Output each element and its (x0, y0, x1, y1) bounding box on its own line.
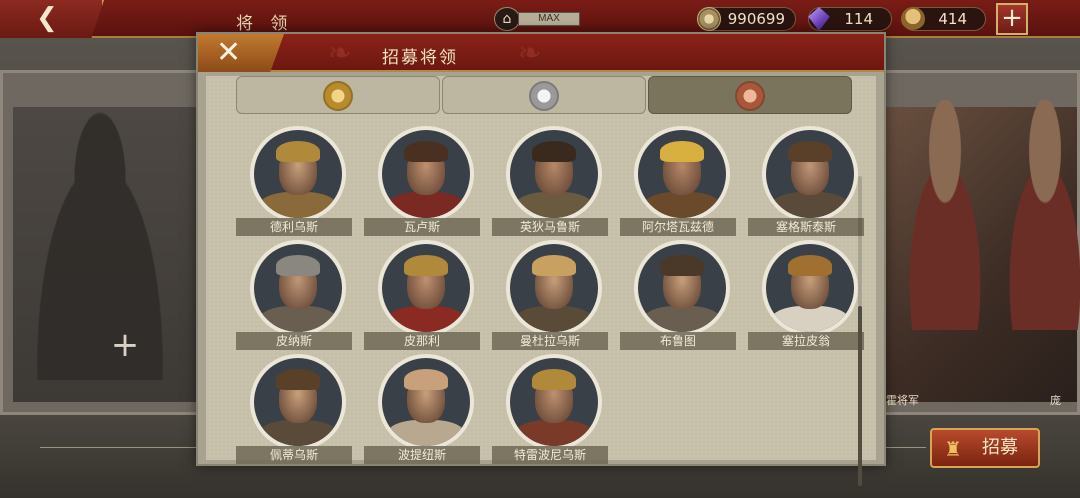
hero-portrait (762, 126, 858, 222)
dialog-header: ✕ ❧ 招募将领 ❧ (198, 34, 884, 72)
hero-card[interactable]: 佩蒂乌斯 (236, 354, 352, 464)
temple-level[interactable]: ⌂ MAX (494, 7, 588, 31)
hero-card[interactable]: 皮那利 (364, 240, 480, 350)
divider (886, 447, 926, 448)
recruit-button-label: 招募 (982, 437, 1018, 458)
dialog-body: 德利乌斯 瓦卢斯 英狄马鲁斯 阿尔塔瓦兹德 塞格斯泰斯皮纳斯 皮那利 曼杜拉乌斯 布鲁图 塞拉皮… (206, 76, 876, 486)
dialog-title: 招募将领 (382, 48, 458, 68)
hero-name: 德利乌斯 (236, 218, 352, 236)
hero-name: 波提纽斯 (364, 446, 480, 464)
hero-card[interactable]: 瓦卢斯 (364, 126, 480, 236)
gem-icon (808, 7, 830, 31)
hero-portrait (250, 240, 346, 336)
add-resources-button[interactable]: + (996, 3, 1028, 35)
hero-portrait (506, 354, 602, 450)
helmet-icon (901, 7, 925, 31)
rarity-tabs (236, 76, 852, 114)
hero-portrait (378, 240, 474, 336)
hero-portrait (250, 126, 346, 222)
hero-portrait (634, 126, 730, 222)
helmet-counter[interactable]: 414 (901, 7, 986, 31)
helmet-value: 414 (938, 10, 967, 28)
hero-name: 佩蒂乌斯 (236, 446, 352, 464)
tab-bronze[interactable] (648, 76, 852, 114)
gold-counter[interactable]: 990699 (697, 7, 796, 31)
laurel-icon: ❧ (518, 36, 542, 69)
hero-portrait (506, 240, 602, 336)
temple-icon: ⌂ (494, 7, 520, 31)
coin-icon (697, 7, 721, 31)
temple-level-value: MAX (518, 12, 580, 26)
bronze-helmet-emblem-icon (735, 81, 765, 111)
hero-card[interactable]: 阿尔塔瓦兹德 (620, 126, 736, 236)
hero-portrait (378, 354, 474, 450)
hero-name: 英狄马鲁斯 (492, 218, 608, 236)
hero-card[interactable]: 英狄马鲁斯 (492, 126, 608, 236)
background-general-name: 霍将军 (886, 394, 919, 407)
hero-card[interactable]: 布鲁图 (620, 240, 736, 350)
hero-portrait (250, 354, 346, 450)
back-button[interactable]: ❮ (0, 0, 104, 38)
background-general-name: 庞 (1050, 394, 1061, 407)
close-icon: ✕ (216, 35, 242, 70)
hero-name: 阿尔塔瓦兹德 (620, 218, 736, 236)
hero-card[interactable]: 波提纽斯 (364, 354, 480, 464)
hero-card[interactable]: 塞格斯泰斯 (748, 126, 864, 236)
add-general-plus-icon[interactable]: + (108, 328, 142, 362)
hero-card[interactable]: 塞拉皮翁 (748, 240, 864, 350)
recruit-button[interactable]: ♜ 招募 (930, 428, 1040, 468)
hero-card[interactable]: 曼杜拉乌斯 (492, 240, 608, 350)
silver-helmet-emblem-icon (529, 81, 559, 111)
tab-gold[interactable] (236, 76, 440, 114)
hero-portrait (634, 240, 730, 336)
hero-name: 特雷波尼乌斯 (492, 446, 608, 464)
gold-helmet-emblem-icon (323, 81, 353, 111)
hero-card[interactable]: 特雷波尼乌斯 (492, 354, 608, 464)
background-general-portrait (890, 100, 1000, 330)
scrollbar-thumb[interactable] (858, 306, 862, 486)
hero-portrait (378, 126, 474, 222)
tab-silver[interactable] (442, 76, 646, 114)
hero-card[interactable]: 皮纳斯 (236, 240, 352, 350)
hero-name: 塞拉皮翁 (748, 332, 864, 350)
gem-value: 114 (844, 10, 873, 28)
gold-value: 990699 (727, 10, 785, 28)
close-button[interactable]: ✕ (198, 34, 284, 72)
hero-name: 皮那利 (364, 332, 480, 350)
recruit-generals-dialog: ✕ ❧ 招募将领 ❧ 德利乌斯 瓦卢斯 英狄马鲁斯 阿尔塔瓦兹德 塞格斯泰斯皮纳斯 皮那利… (196, 32, 886, 486)
page-title: 将 领 (236, 14, 294, 34)
hero-portrait (762, 240, 858, 336)
hero-name: 曼杜拉乌斯 (492, 332, 608, 350)
divider (40, 447, 196, 448)
hero-card[interactable]: 德利乌斯 (236, 126, 352, 236)
hero-portrait (506, 126, 602, 222)
hero-name: 瓦卢斯 (364, 218, 480, 236)
hero-name: 皮纳斯 (236, 332, 352, 350)
empty-general-silhouette (20, 110, 180, 380)
back-arrow-icon: ❮ (36, 3, 58, 33)
hero-name: 塞格斯泰斯 (748, 218, 864, 236)
background-general-portrait (990, 100, 1080, 330)
laurel-icon: ❧ (328, 36, 352, 69)
hero-name: 布鲁图 (620, 332, 736, 350)
gem-counter[interactable]: 114 (808, 7, 892, 31)
helmet-plus-icon: ♜ (944, 437, 962, 461)
